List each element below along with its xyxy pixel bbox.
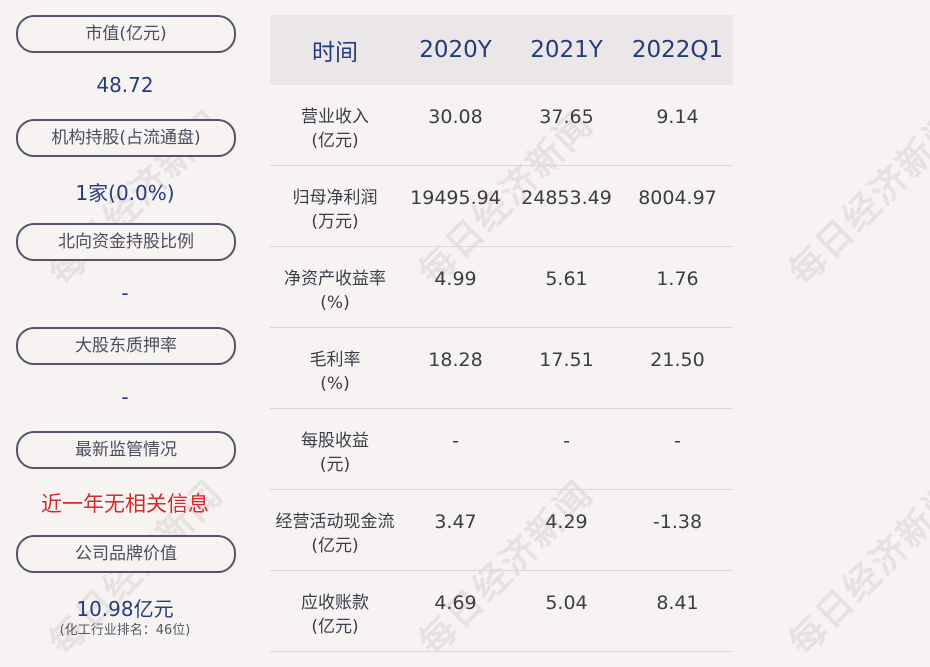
row-label: 净资产收益率 (%) <box>284 269 386 313</box>
cell-2021y: 5.61 <box>545 268 588 290</box>
table-row: 净资产收益率 (%) 4.99 5.61 1.76 <box>270 247 733 328</box>
cell-2020y: 3.47 <box>434 511 477 533</box>
brand-value-rank-note: (化工行业排名：46位) <box>59 623 191 638</box>
table-row: 营业收入 (亿元) 30.08 37.65 9.14 <box>270 85 733 166</box>
cell-2021y: 5.04 <box>545 592 588 614</box>
cell-2021y: 4.29 <box>545 511 588 533</box>
row-label: 毛利率 (%) <box>309 350 361 394</box>
cell-2022q1: -1.38 <box>652 511 703 533</box>
regulatory-status-value: 近一年无相关信息 <box>41 492 209 516</box>
table-row: 每股收益 (元) - - - <box>270 409 733 490</box>
cell-2022q1: 8004.97 <box>638 187 717 209</box>
row-label: 经营活动现金流 (亿元) <box>275 512 395 556</box>
brand-value-label: 公司品牌价值 <box>16 535 236 573</box>
table-row: 经营活动现金流 (亿元) 3.47 4.29 -1.38 <box>270 490 733 571</box>
cell-2020y: 30.08 <box>428 106 483 128</box>
institutional-holding-label: 机构持股(占流通盘) <box>16 119 236 157</box>
cell-2022q1: 9.14 <box>656 106 699 128</box>
market-cap-value: 48.72 <box>96 73 154 97</box>
header-period: 时间 <box>312 40 358 66</box>
cell-2021y: 17.51 <box>539 349 594 371</box>
pledge-rate-value: - <box>121 385 129 409</box>
watermark-6: 每日经济新闻 <box>781 473 930 664</box>
cell-2021y: - <box>563 430 570 452</box>
cell-2022q1: 8.41 <box>656 592 699 614</box>
cell-2022q1: - <box>674 430 681 452</box>
northbound-holding-value: - <box>121 281 129 305</box>
cell-2020y: - <box>452 430 459 452</box>
institutional-holding-value: 1家(0.0%) <box>75 181 175 205</box>
cell-2022q1: 21.50 <box>650 349 705 371</box>
header-2020y: 2020Y <box>419 37 492 63</box>
table-row: 应收账款 (亿元) 4.69 5.04 8.41 <box>270 571 733 652</box>
header-2021y: 2021Y <box>530 37 603 63</box>
regulatory-status-label: 最新监管情况 <box>16 431 236 469</box>
row-label: 每股收益 (元) <box>301 431 369 475</box>
row-label: 应收账款 (亿元) <box>301 593 369 637</box>
cell-2022q1: 1.76 <box>656 268 699 290</box>
cell-2020y: 18.28 <box>428 349 483 371</box>
cell-2020y: 4.99 <box>434 268 477 290</box>
cell-2021y: 37.65 <box>539 106 594 128</box>
cell-2020y: 19495.94 <box>410 187 501 209</box>
watermark-3: 每日经济新闻 <box>781 103 930 294</box>
cell-2020y: 4.69 <box>434 592 477 614</box>
table-row: 毛利率 (%) 18.28 17.51 21.50 <box>270 328 733 409</box>
row-label: 归母净利润 (万元) <box>292 188 378 232</box>
left-panel: 市值(亿元) 48.72 机构持股(占流通盘) 1家(0.0%) 北向资金持股比… <box>0 0 250 667</box>
financial-table: 时间 2020Y 2021Y 2022Q1 营业收入 (亿元) 30.08 37.… <box>270 15 733 652</box>
cell-2021y: 24853.49 <box>521 187 612 209</box>
northbound-holding-label: 北向资金持股比例 <box>16 223 236 261</box>
table-header: 时间 2020Y 2021Y 2022Q1 <box>270 15 733 85</box>
market-cap-label: 市值(亿元) <box>16 15 236 53</box>
row-label: 营业收入 (亿元) <box>301 107 369 151</box>
pledge-rate-label: 大股东质押率 <box>16 327 236 365</box>
table-row: 归母净利润 (万元) 19495.94 24853.49 8004.97 <box>270 166 733 247</box>
brand-value-value: 10.98亿元 <box>76 597 174 621</box>
header-2022q1: 2022Q1 <box>631 37 724 63</box>
